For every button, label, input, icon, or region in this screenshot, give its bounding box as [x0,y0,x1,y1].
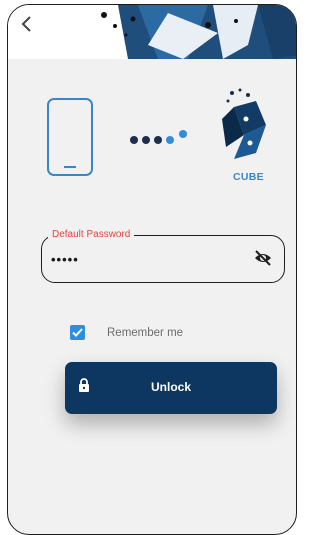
password-field-label: Default Password [48,228,135,242]
smartphone-icon [47,98,93,176]
header-banner-art [101,5,296,59]
cube-logo-icon [222,88,266,159]
chevron-left-icon [21,16,31,32]
eye-off-icon [255,250,271,266]
check-icon [72,328,83,337]
toggle-visibility-button[interactable] [254,250,272,271]
unlock-button-label: Unlock [150,380,191,394]
device-frame: CUBE Default Password ••••• Remember me … [7,4,297,535]
connection-illustration: CUBE [8,88,296,193]
password-input[interactable]: ••••• [51,252,79,267]
unlock-button[interactable]: Unlock [65,362,277,414]
remember-me-label: Remember me [107,326,184,339]
header [8,5,296,59]
cube-logo-label: CUBE [233,171,264,183]
connecting-dots-icon [130,130,187,144]
remember-me-checkbox[interactable] [70,325,85,340]
back-button[interactable] [20,15,42,41]
password-field[interactable]: Default Password ••••• [41,228,285,283]
remember-me-row: Remember me [70,325,183,340]
